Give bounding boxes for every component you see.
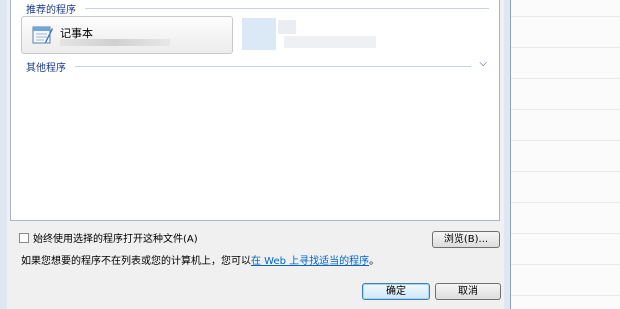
recommended-programs-heading: 推荐的程序 — [26, 5, 76, 16]
always-use-row[interactable]: 始终使用选择的程序打开这种文件(A) — [19, 230, 198, 245]
background-window — [510, 0, 620, 309]
ok-button[interactable]: 确定 — [362, 283, 430, 300]
notepad-icon — [32, 26, 53, 44]
always-use-label: 始终使用选择的程序打开这种文件(A) — [33, 234, 198, 245]
dialog-body: 推荐的程序 记事本 其他程序 ⌵ 始终使用选择的程序打开这种文件(A) 浏览(B… — [7, 0, 504, 309]
hint-suffix: 。 — [369, 256, 380, 267]
program-list[interactable]: 推荐的程序 记事本 其他程序 ⌵ — [10, 0, 500, 221]
find-on-web-link[interactable]: 在 Web 上寻找适当的程序 — [251, 256, 369, 267]
chevron-down-icon[interactable]: ⌵ — [479, 58, 487, 69]
program-tile-notepad[interactable]: 记事本 — [21, 16, 233, 54]
section-divider — [75, 66, 471, 67]
hint-text: 如果您想要的程序不在列表或您的计算机上，您可以在 Web 上寻找适当的程序。 — [21, 252, 379, 267]
program-publisher-blurred — [60, 39, 170, 46]
program-tile-blurred[interactable] — [242, 16, 384, 52]
hint-prefix: 如果您想要的程序不在列表或您的计算机上，您可以 — [21, 256, 251, 267]
browse-button[interactable]: 浏览(B)... — [432, 231, 500, 248]
always-use-checkbox[interactable] — [19, 232, 29, 243]
open-with-dialog: 推荐的程序 记事本 其他程序 ⌵ 始终使用选择的程序打开这种文件(A) 浏览(B… — [0, 0, 511, 309]
section-divider — [85, 8, 489, 9]
cancel-button[interactable]: 取消 — [435, 283, 501, 300]
other-programs-heading[interactable]: 其他程序 — [26, 59, 66, 74]
